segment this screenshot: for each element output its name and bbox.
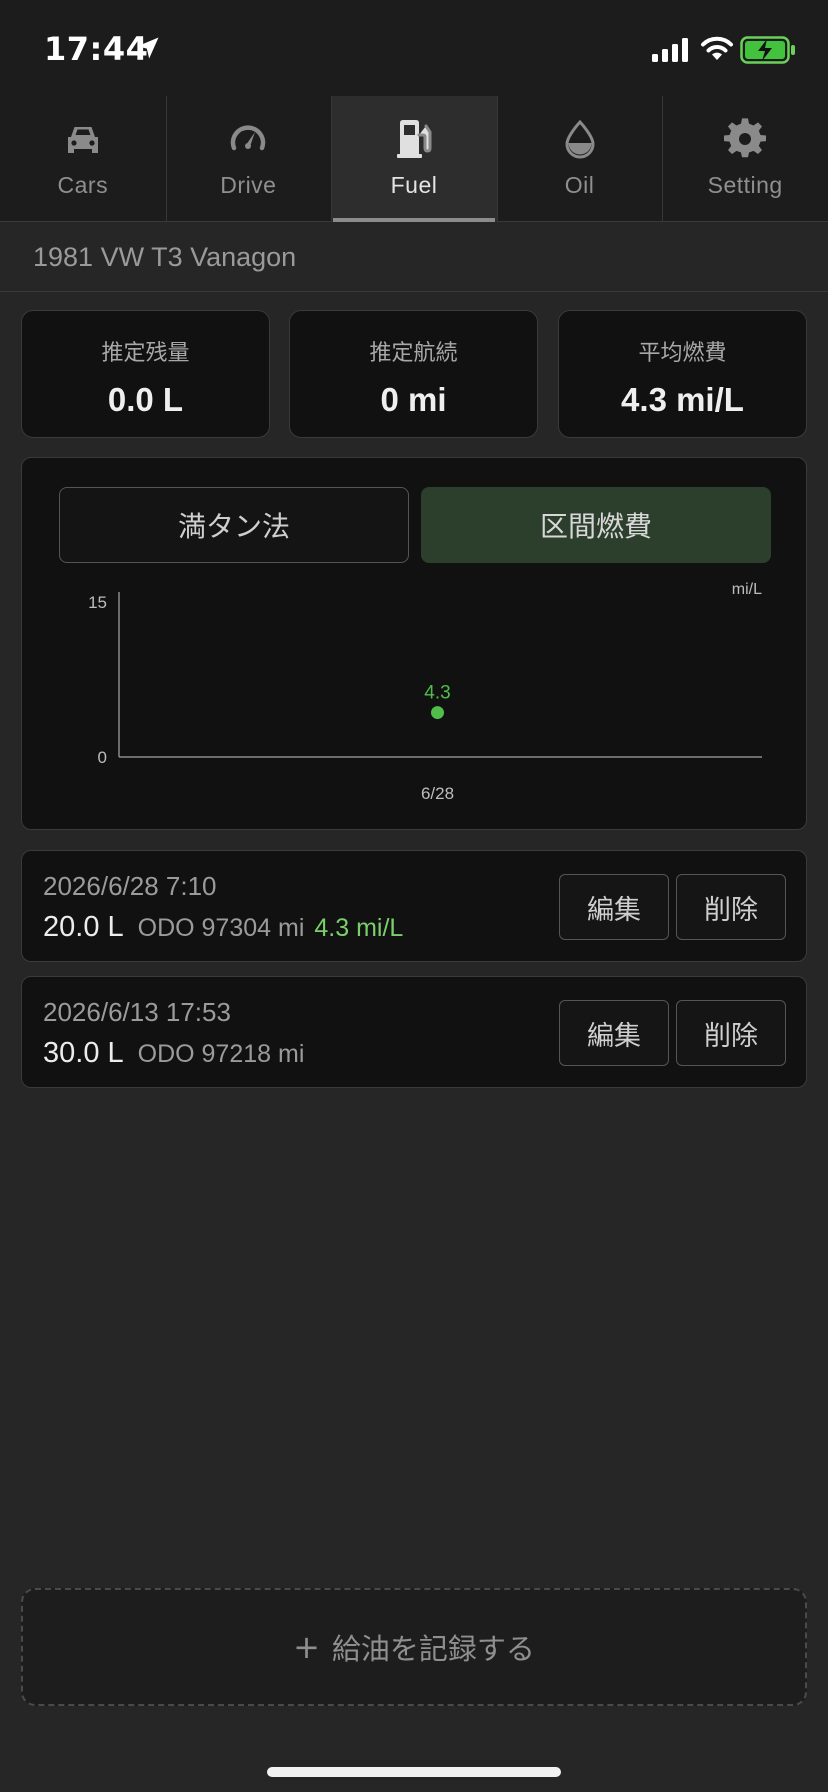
add-button-label: 給油を記録する — [331, 1632, 535, 1666]
stat-card-range: 推定航続 0 mi — [289, 310, 538, 438]
location-arrow-icon — [137, 37, 159, 59]
unit-label: mi/L — [732, 581, 762, 598]
tab-label: Oil — [564, 172, 595, 198]
record-volume: 20.0 L — [43, 911, 124, 943]
stat-label: 平均燃費 — [638, 341, 727, 366]
oil-drop-icon — [565, 119, 595, 159]
stat-label: 推定航続 — [369, 341, 458, 366]
tab-label: Drive — [220, 172, 277, 198]
tab-fuel[interactable]: Fuel — [331, 96, 497, 222]
status-time: 17:44 — [44, 30, 149, 68]
tab-oil[interactable]: Oil — [496, 96, 663, 222]
wifi-icon — [701, 36, 733, 60]
stat-label: 推定残量 — [101, 341, 190, 366]
record-date: 2026/6/13 17:53 — [43, 997, 231, 1027]
home-indicator — [267, 1767, 561, 1777]
stat-card-average-efficiency: 平均燃費 4.3 mi/L — [558, 310, 807, 438]
add-fuel-record-button[interactable]: + 給油を記録する — [21, 1588, 807, 1706]
cellular-signal-icon — [652, 38, 688, 62]
interval-efficiency-button[interactable]: 区間燃費 — [421, 487, 771, 563]
edit-button[interactable]: 編集 — [559, 874, 669, 940]
vehicle-name: 1981 VW T3 Vanagon — [33, 242, 297, 272]
record-odometer: ODO 97304 mi — [137, 914, 305, 942]
tab-setting[interactable]: Setting — [662, 96, 828, 222]
full-tank-method-button[interactable]: 満タン法 — [59, 487, 409, 563]
record-date: 2026/6/28 7:10 — [43, 871, 217, 901]
battery-charging-icon — [740, 36, 795, 64]
tab-label: Fuel — [390, 172, 438, 198]
edit-button[interactable]: 編集 — [559, 1000, 669, 1066]
speedometer-icon — [231, 125, 266, 151]
tab-label: Cars — [57, 172, 109, 198]
record-details: 30.0 L ODO 97218 mi — [43, 1037, 304, 1070]
y-tick-label: 0 — [98, 748, 107, 767]
gear-icon — [724, 118, 767, 158]
fuel-record: 2026/6/13 17:53 30.0 L ODO 97218 mi 編集 削除 — [21, 976, 807, 1088]
fuel-pump-icon — [396, 120, 432, 158]
data-label: 4.3 — [424, 683, 450, 704]
status-bar: 17:44 — [0, 0, 828, 96]
vehicle-header: 1981 VW T3 Vanagon — [0, 222, 828, 292]
stat-value: 4.3 mi/L — [621, 381, 744, 418]
stat-value: 0 mi — [380, 381, 447, 418]
stat-value: 0.0 L — [107, 381, 184, 418]
record-volume: 30.0 L — [43, 1037, 124, 1069]
data-point — [431, 706, 444, 720]
x-tick-label: 6/28 — [421, 784, 454, 803]
tab-drive[interactable]: Drive — [165, 96, 332, 222]
fuel-screen: 17:44 Cars Drive Fuel Oil Setting 1981 V… — [0, 0, 828, 1792]
tab-label: Setting — [707, 172, 783, 198]
record-odometer: ODO 97218 mi — [137, 1040, 305, 1068]
tab-bar: Cars Drive Fuel Oil Setting — [0, 96, 828, 222]
y-tick-label: 15 — [88, 593, 107, 612]
fuel-record: 2026/6/28 7:10 20.0 L ODO 97304 mi 4.3 mi/… — [21, 850, 807, 962]
delete-button[interactable]: 削除 — [676, 874, 786, 940]
car-icon — [67, 127, 98, 153]
plus-icon: + — [293, 1628, 320, 1666]
record-efficiency: 4.3 mi/L — [314, 914, 404, 942]
efficiency-chart-panel: 15 0 mi/L 6/28 4.3 満タン法 区間燃費 — [21, 457, 807, 830]
record-details: 20.0 L ODO 97304 mi 4.3 mi/L — [43, 911, 403, 944]
stat-card-remaining-fuel: 推定残量 0.0 L — [21, 310, 270, 438]
tab-cars[interactable]: Cars — [0, 96, 166, 222]
delete-button[interactable]: 削除 — [676, 1000, 786, 1066]
